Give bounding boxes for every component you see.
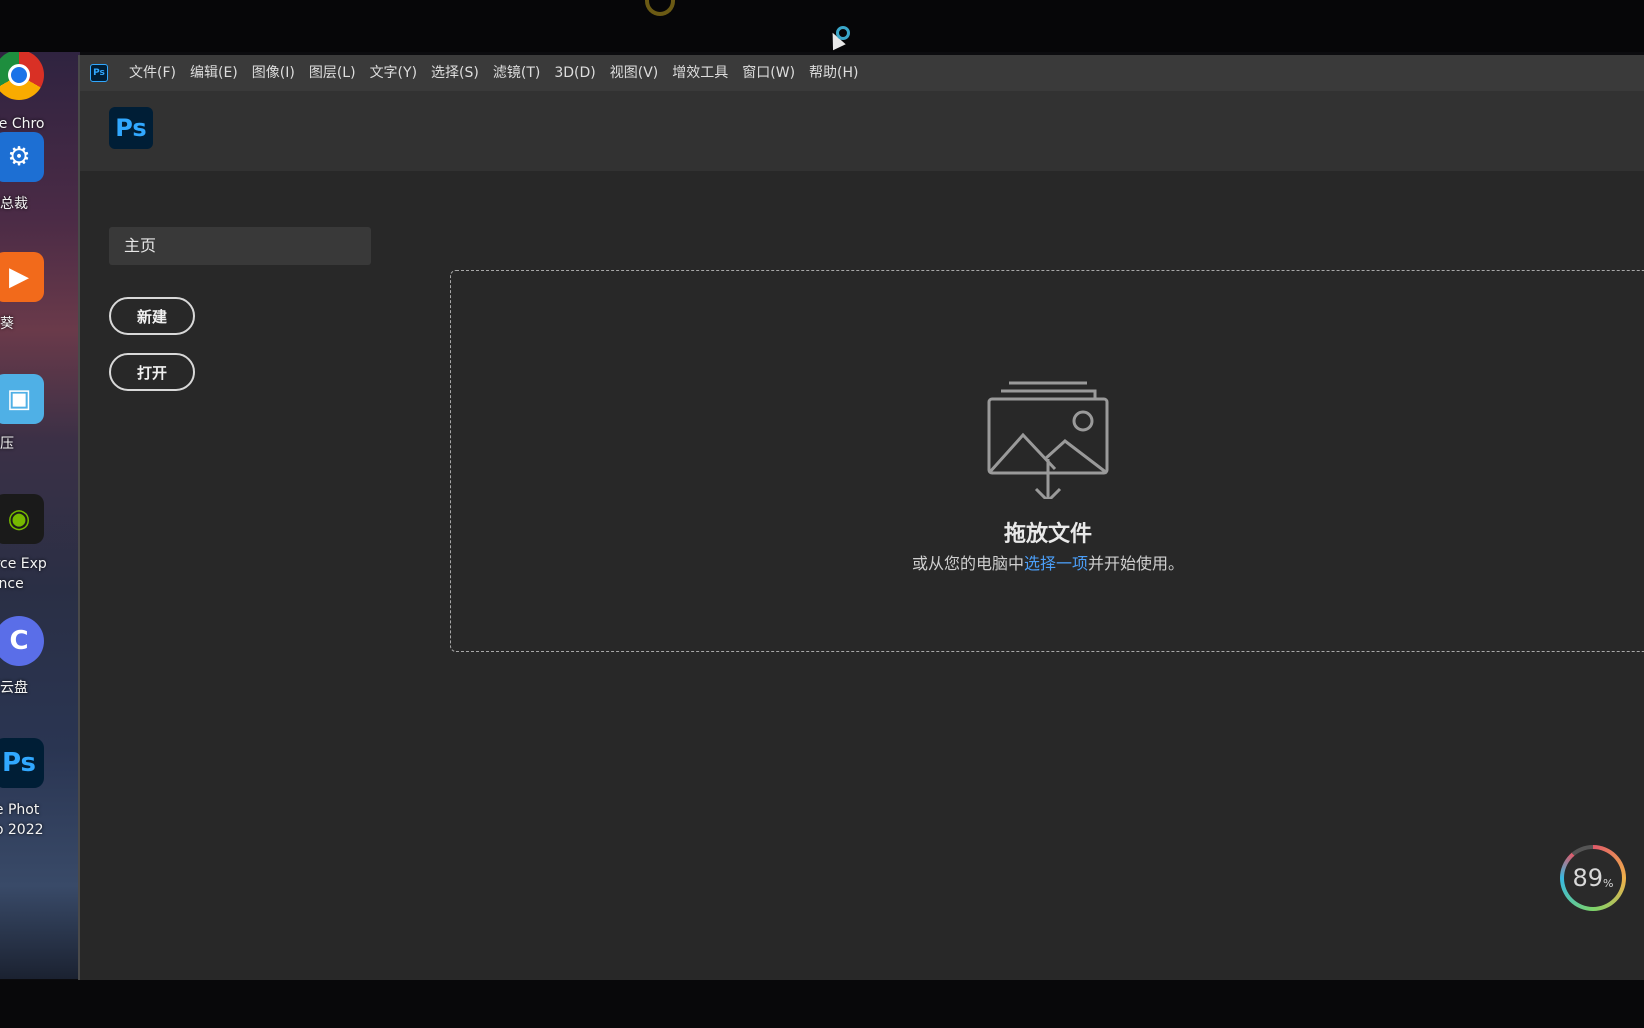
meter-readout: 89%	[1564, 849, 1622, 907]
play-icon: ▶	[0, 252, 44, 302]
drop-title: 拖放文件	[1003, 522, 1092, 547]
desktop-icon-driver[interactable]: ⚙ 动总裁	[0, 132, 80, 242]
image-icon: ▣	[0, 374, 44, 424]
menu-file[interactable]: 文件(F)	[122, 55, 183, 91]
busy-indicator-icon	[836, 26, 850, 40]
meter-unit: %	[1603, 876, 1614, 890]
desktop-icon-geforce[interactable]: ◉ orce Exp ience	[0, 494, 80, 604]
photoshop-icon: Ps	[0, 738, 44, 788]
open-button[interactable]: 打开	[109, 353, 195, 391]
desktop-icon-label: 里云盘	[0, 680, 28, 696]
menu-edit[interactable]: 编辑(E)	[183, 55, 245, 91]
desktop-icon-photoshop[interactable]: Ps be Phot op 2022	[0, 738, 80, 848]
desktop: gle Chro me ⚙ 动总裁 ▶ 日葵 ▣ 图压 ◉ orce Exp i…	[0, 52, 80, 979]
meter-value: 89	[1572, 864, 1604, 892]
photoshop-logo-icon: Ps	[109, 107, 153, 149]
desktop-icon-label: 图压	[0, 436, 14, 452]
menu-image[interactable]: 图像(I)	[245, 55, 302, 91]
image-drop-icon	[987, 381, 1109, 499]
sidebar-item-home[interactable]: 主页	[109, 227, 371, 265]
menu-help[interactable]: 帮助(H)	[802, 55, 865, 91]
menu-view[interactable]: 视图(V)	[603, 55, 666, 91]
drop-subtitle-after: 并开始使用。	[1088, 554, 1185, 573]
nvidia-icon: ◉	[0, 494, 44, 544]
menu-filter[interactable]: 滤镜(T)	[486, 55, 547, 91]
photoshop-window: Ps 文件(F) 编辑(E) 图像(I) 图层(L) 文字(Y) 选择(S) 滤…	[78, 55, 1644, 982]
file-drop-zone[interactable]: 拖放文件 或从您的电脑中选择一项并开始使用。	[450, 270, 1644, 652]
app-header: Ps	[80, 91, 1644, 171]
menu-layer[interactable]: 图层(L)	[302, 55, 363, 91]
new-button[interactable]: 新建	[109, 297, 195, 335]
desktop-icon-image-compress[interactable]: ▣ 图压	[0, 374, 80, 484]
drop-subtitle: 或从您的电脑中选择一项并开始使用。	[451, 550, 1644, 574]
menu-bar: Ps 文件(F) 编辑(E) 图像(I) 图层(L) 文字(Y) 选择(S) 滤…	[80, 55, 1644, 91]
menu-3d[interactable]: 3D(D)	[547, 55, 602, 91]
desktop-icon-label: 日葵	[0, 316, 14, 332]
select-file-link[interactable]: 选择一项	[1024, 554, 1088, 573]
menu-type[interactable]: 文字(Y)	[363, 55, 424, 91]
performance-meter[interactable]: 89%	[1560, 845, 1626, 911]
menu-window[interactable]: 窗口(W)	[735, 55, 802, 91]
desktop-icon-label: 动总裁	[0, 196, 28, 212]
drop-subtitle-before: 或从您的电脑中	[911, 554, 1024, 573]
chrome-icon	[0, 52, 44, 100]
menu-select[interactable]: 选择(S)	[424, 55, 486, 91]
top-band	[0, 0, 1644, 52]
desktop-icon-sunflower[interactable]: ▶ 日葵	[0, 252, 80, 362]
bottom-band	[0, 980, 1644, 1028]
photoshop-icon[interactable]: Ps	[90, 64, 108, 82]
desktop-icon-aliyun-drive[interactable]: C 里云盘	[0, 616, 80, 726]
desktop-icon-label: be Phot op 2022	[0, 802, 44, 838]
desktop-icon-label: orce Exp ience	[0, 556, 47, 592]
gear-icon: ⚙	[0, 132, 44, 182]
menu-plugins[interactable]: 增效工具	[665, 55, 735, 91]
cloud-drive-icon: C	[0, 616, 44, 666]
